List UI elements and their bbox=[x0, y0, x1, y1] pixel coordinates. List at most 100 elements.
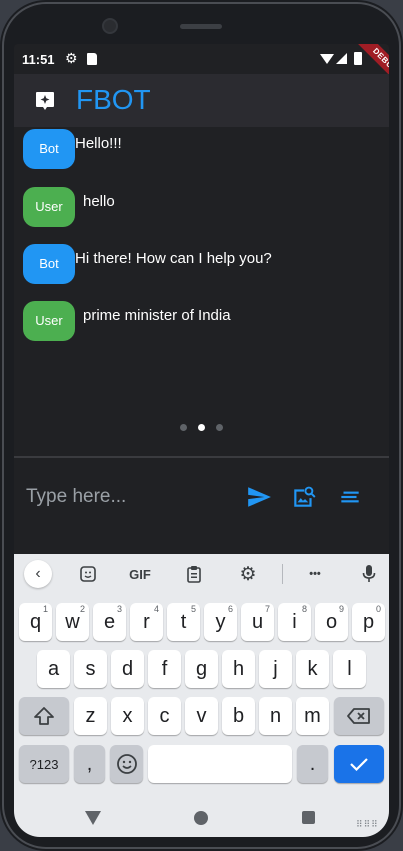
keyboard-toolbar: ‹ GIF ⚙ ••• bbox=[14, 554, 389, 594]
screen: 11:51 ⚙ DEBUG FBOT Bot Hello!!! User hel… bbox=[14, 44, 389, 837]
key-f[interactable]: f bbox=[148, 650, 181, 688]
nav-recents-icon[interactable] bbox=[302, 811, 315, 824]
nav-home-icon[interactable] bbox=[194, 811, 208, 825]
system-nav-bar: ⠿⠿⠿ bbox=[14, 797, 389, 837]
soft-keyboard: ‹ GIF ⚙ ••• q1 w2 e3 r4 t5 y6 u 7 i 8 o … bbox=[14, 554, 389, 837]
key-label: u bbox=[251, 610, 264, 633]
check-icon bbox=[350, 758, 368, 772]
key-p[interactable]: p0 bbox=[352, 603, 385, 641]
key-label: r bbox=[143, 610, 150, 633]
back-chevron-icon[interactable]: ‹ bbox=[24, 560, 52, 588]
emoji-icon bbox=[116, 754, 137, 774]
key-y[interactable]: y6 bbox=[204, 603, 237, 641]
key-hint: 8 bbox=[301, 604, 307, 614]
battery-icon bbox=[354, 52, 362, 65]
key-m[interactable]: m bbox=[296, 697, 329, 735]
message-text: Hi there! How can I help you? bbox=[75, 250, 272, 267]
earpiece-speaker bbox=[180, 24, 222, 29]
key-label: p bbox=[362, 610, 375, 633]
key-label: w bbox=[65, 610, 80, 633]
key-label: i bbox=[292, 610, 297, 633]
key-label: e bbox=[103, 610, 116, 633]
key-t[interactable]: t5 bbox=[167, 603, 200, 641]
front-camera bbox=[102, 18, 118, 34]
key-hint: 2 bbox=[79, 604, 85, 614]
key-c[interactable]: c bbox=[148, 697, 181, 735]
bot-avatar: Bot bbox=[23, 244, 75, 284]
key-n[interactable]: n bbox=[259, 697, 292, 735]
send-icon[interactable] bbox=[246, 484, 272, 510]
key-k[interactable]: k bbox=[296, 650, 329, 688]
key-s[interactable]: s bbox=[74, 650, 107, 688]
key-v[interactable]: v bbox=[185, 697, 218, 735]
nav-back-icon[interactable] bbox=[85, 811, 101, 825]
page-dot[interactable] bbox=[180, 424, 187, 431]
message-text: Hello!!! bbox=[75, 135, 122, 152]
symbols-key[interactable]: ?123 bbox=[19, 745, 69, 783]
key-hint: 5 bbox=[190, 604, 196, 614]
key-j[interactable]: j bbox=[259, 650, 292, 688]
enter-key[interactable] bbox=[334, 745, 384, 783]
key-label: o bbox=[325, 610, 338, 633]
key-e[interactable]: e3 bbox=[93, 603, 126, 641]
key-l[interactable]: l bbox=[333, 650, 366, 688]
bot-avatar: Bot bbox=[23, 129, 75, 169]
key-hint: 0 bbox=[375, 604, 381, 614]
period-key[interactable]: . bbox=[297, 745, 328, 783]
key-x[interactable]: x bbox=[111, 697, 144, 735]
image-search-icon[interactable] bbox=[291, 484, 317, 510]
app-bar: FBOT bbox=[14, 74, 389, 127]
message-input[interactable] bbox=[26, 482, 236, 512]
key-label: y bbox=[215, 610, 226, 633]
key-d[interactable]: d bbox=[111, 650, 144, 688]
key-i[interactable]: i8 bbox=[278, 603, 311, 641]
sd-card-icon bbox=[87, 53, 97, 65]
key-g[interactable]: g bbox=[185, 650, 218, 688]
chat-sparkle-icon bbox=[36, 92, 54, 110]
key-hint: 1 bbox=[42, 604, 48, 614]
key-z[interactable]: z bbox=[74, 697, 107, 735]
backspace-key[interactable] bbox=[334, 697, 384, 735]
page-dot-active[interactable] bbox=[198, 424, 205, 431]
status-bar: 11:51 ⚙ DEBUG bbox=[14, 44, 389, 98]
keyboard-switch-icon[interactable]: ⠿⠿⠿ bbox=[356, 819, 379, 830]
chat-list[interactable]: Bot Hello!!! User hello Bot Hi there! Ho… bbox=[14, 127, 389, 372]
key-a[interactable]: a bbox=[37, 650, 70, 688]
key-label: q bbox=[29, 610, 42, 633]
short-text-icon[interactable] bbox=[337, 484, 363, 510]
key-r[interactable]: r4 bbox=[130, 603, 163, 641]
key-h[interactable]: h bbox=[222, 650, 255, 688]
mic-icon[interactable] bbox=[357, 562, 381, 586]
wifi-icon bbox=[320, 54, 334, 64]
signal-icon bbox=[336, 53, 347, 64]
key-label: t bbox=[180, 610, 187, 633]
key-o[interactable]: o9 bbox=[315, 603, 348, 641]
message-text: prime minister of India bbox=[83, 307, 231, 324]
shift-key[interactable] bbox=[19, 697, 69, 735]
key-hint: 6 bbox=[227, 604, 233, 614]
key-b[interactable]: b bbox=[222, 697, 255, 735]
sticker-icon[interactable] bbox=[76, 562, 100, 586]
gear-icon[interactable]: ⚙ bbox=[236, 562, 260, 586]
key-hint: 9 bbox=[338, 604, 344, 614]
page-indicator bbox=[180, 424, 230, 432]
gif-button[interactable]: GIF bbox=[124, 562, 156, 586]
toolbar-separator bbox=[282, 564, 283, 584]
emoji-key[interactable] bbox=[110, 745, 143, 783]
key-hint: 7 bbox=[264, 604, 270, 614]
key-u[interactable]: u7 bbox=[241, 603, 274, 641]
clipboard-icon[interactable] bbox=[182, 562, 206, 586]
key-w[interactable]: w2 bbox=[56, 603, 89, 641]
key-q[interactable]: q1 bbox=[19, 603, 52, 641]
key-hint: 4 bbox=[153, 604, 159, 614]
app-title: FBOT bbox=[76, 84, 151, 115]
user-avatar: User bbox=[23, 187, 75, 227]
key-hint: 3 bbox=[116, 604, 122, 614]
space-key[interactable] bbox=[148, 745, 292, 783]
message-text: hello bbox=[83, 193, 115, 210]
more-icon[interactable]: ••• bbox=[302, 562, 328, 586]
page-dot[interactable] bbox=[216, 424, 223, 431]
backspace-icon bbox=[347, 708, 370, 724]
status-time: 11:51 bbox=[22, 52, 55, 67]
comma-key[interactable]: , bbox=[74, 745, 105, 783]
